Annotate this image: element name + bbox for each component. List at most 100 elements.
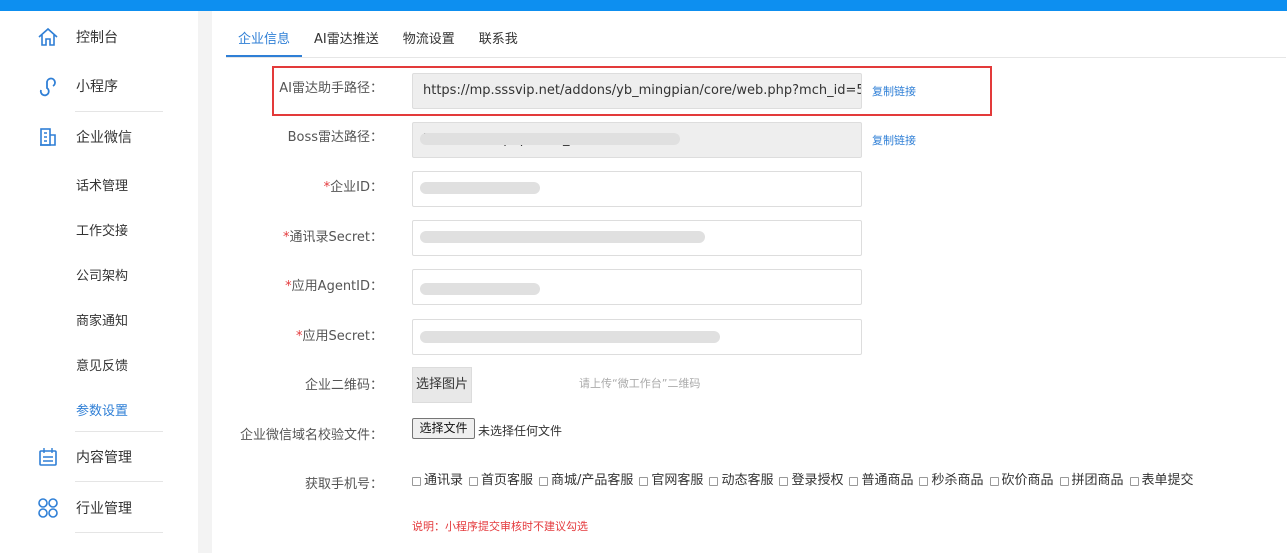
tab-bar: 企业信息 AI雷达推送 物流设置 联系我 bbox=[226, 25, 530, 58]
agent-id-label-text: 应用AgentID： bbox=[291, 279, 383, 294]
tab-underline bbox=[226, 57, 1286, 58]
checkbox-label: 动态客服 bbox=[721, 473, 774, 488]
checkbox-label: 商城/产品客服 bbox=[551, 473, 634, 488]
app-secret-label: *应用Secret： bbox=[296, 325, 383, 344]
sidebar-item-merchant-notice[interactable]: 商家通知 bbox=[0, 309, 198, 329]
checkbox-flash-sale[interactable]: 秒杀商品 bbox=[919, 470, 984, 492]
checkbox-box[interactable] bbox=[1059, 476, 1069, 486]
sidebar-item-wecom[interactable]: 企业微信 bbox=[0, 124, 198, 150]
sidebar-item-label: 意见反馈 bbox=[76, 358, 129, 374]
main-panel: 企业信息 AI雷达推送 物流设置 联系我 AI雷达助手路径： https://m… bbox=[212, 11, 1287, 553]
checkbox-bargain[interactable]: 砍价商品 bbox=[989, 470, 1054, 492]
home-icon bbox=[35, 24, 61, 50]
contacts-secret-label: *通讯录Secret： bbox=[283, 226, 383, 245]
checkbox-box[interactable] bbox=[639, 476, 649, 486]
redacted-mask bbox=[420, 182, 540, 194]
no-file-text: 未选择任何文件 bbox=[478, 424, 563, 438]
checkbox-group-buy[interactable]: 拼团商品 bbox=[1059, 470, 1124, 492]
sidebar-item-label: 内容管理 bbox=[76, 450, 132, 466]
choose-file-button[interactable]: 选择文件 bbox=[412, 418, 475, 439]
copy-boss-radar-link[interactable]: 复制链接 bbox=[872, 132, 916, 148]
corp-id-label-text: 企业ID： bbox=[330, 180, 383, 195]
checkbox-box[interactable] bbox=[919, 476, 929, 486]
ai-radar-label: AI雷达助手路径： bbox=[279, 81, 383, 96]
checkbox-form-submit[interactable]: 表单提交 bbox=[1129, 470, 1194, 492]
sidebar-item-label: 行业管理 bbox=[76, 501, 132, 517]
top-bar bbox=[0, 0, 1287, 11]
divider bbox=[75, 431, 163, 432]
sidebar-item-label: 工作交接 bbox=[76, 223, 129, 239]
checkbox-label: 拼团商品 bbox=[1071, 473, 1124, 488]
checkbox-label: 普通商品 bbox=[861, 473, 914, 488]
checkbox-label: 登录授权 bbox=[791, 473, 844, 488]
checkbox-box[interactable] bbox=[849, 476, 859, 486]
checkbox-website-service[interactable]: 官网客服 bbox=[639, 470, 703, 492]
checkbox-box[interactable] bbox=[989, 476, 999, 486]
sidebar-item-feedback[interactable]: 意见反馈 bbox=[0, 354, 198, 374]
sidebar-item-industry[interactable]: 行业管理 bbox=[0, 495, 198, 521]
checkbox-login-auth[interactable]: 登录授权 bbox=[779, 470, 843, 492]
sidebar-item-label: 企业微信 bbox=[76, 130, 132, 146]
checkbox-home-service[interactable]: 首页客服 bbox=[469, 470, 533, 492]
app-secret-label-text: 应用Secret： bbox=[302, 329, 383, 344]
checkbox-box[interactable] bbox=[539, 476, 549, 486]
sidebar: 控制台 小程序 企业微信 话术管理 工作交接 公司架构 商家通知 意见反馈 参数… bbox=[0, 11, 198, 553]
checkbox-label: 通讯录 bbox=[424, 473, 464, 488]
boss-radar-label: Boss雷达路径： bbox=[287, 130, 383, 145]
qrcode-label: 企业二维码： bbox=[304, 378, 383, 393]
checkbox-label: 官网客服 bbox=[651, 473, 704, 488]
checkbox-label: 砍价商品 bbox=[1001, 473, 1054, 488]
ai-radar-path-field[interactable]: https://mp.sssvip.net/addons/yb_mingpian… bbox=[412, 73, 862, 109]
mini-program-icon bbox=[35, 73, 61, 99]
review-note: 说明：小程序提交审核时不建议勾选 bbox=[412, 520, 588, 533]
calendar-icon bbox=[35, 444, 61, 470]
qrcode-hint: 请上传“微工作台”二维码 bbox=[579, 377, 701, 390]
sidebar-item-scripts[interactable]: 话术管理 bbox=[0, 174, 198, 194]
redacted-mask bbox=[420, 231, 705, 243]
divider bbox=[75, 481, 163, 482]
sidebar-item-org-structure[interactable]: 公司架构 bbox=[0, 264, 198, 284]
checkbox-mall-service[interactable]: 商城/产品客服 bbox=[539, 470, 633, 492]
sidebar-item-mini-program[interactable]: 小程序 bbox=[0, 73, 198, 99]
sidebar-item-handover[interactable]: 工作交接 bbox=[0, 219, 198, 239]
checkbox-box[interactable] bbox=[779, 476, 789, 486]
redacted-mask bbox=[420, 283, 540, 295]
checkbox-label: 首页客服 bbox=[481, 473, 534, 488]
sidebar-item-console[interactable]: 控制台 bbox=[0, 24, 198, 50]
checkbox-box[interactable] bbox=[1129, 476, 1139, 486]
divider bbox=[75, 532, 163, 533]
checkbox-label: 表单提交 bbox=[1141, 473, 1194, 488]
choose-image-button[interactable]: 选择图片 bbox=[412, 367, 472, 403]
agent-id-label: *应用AgentID： bbox=[285, 275, 383, 294]
checkbox-normal-product[interactable]: 普通商品 bbox=[849, 470, 913, 492]
sidebar-item-label: 小程序 bbox=[76, 79, 118, 95]
phone-label: 获取手机号： bbox=[304, 477, 383, 492]
tab-contact-me[interactable]: 联系我 bbox=[467, 25, 530, 58]
tab-company-info[interactable]: 企业信息 bbox=[226, 25, 303, 58]
domain-file-label: 企业微信域名校验文件： bbox=[239, 428, 383, 443]
sidebar-item-label: 控制台 bbox=[76, 30, 118, 46]
copy-ai-radar-link[interactable]: 复制链接 bbox=[872, 83, 916, 99]
sidebar-item-label: 参数设置 bbox=[76, 403, 129, 419]
sidebar-item-label: 话术管理 bbox=[76, 178, 129, 194]
tab-logistics[interactable]: 物流设置 bbox=[391, 25, 467, 58]
sidebar-item-content[interactable]: 内容管理 bbox=[0, 444, 198, 470]
redacted-mask bbox=[420, 133, 680, 145]
checkbox-label: 秒杀商品 bbox=[931, 473, 984, 488]
corp-id-label: *企业ID： bbox=[324, 176, 383, 195]
building-icon bbox=[35, 124, 61, 150]
checkbox-box[interactable] bbox=[469, 476, 479, 486]
tab-ai-radar-push[interactable]: AI雷达推送 bbox=[302, 25, 391, 58]
sidebar-item-label: 公司架构 bbox=[76, 268, 129, 284]
divider bbox=[75, 111, 163, 112]
sidebar-item-params[interactable]: 参数设置 bbox=[0, 399, 198, 419]
phone-options: 通讯录 首页客服 商城/产品客服 官网客服 动态客服 登录授权 普通商品 秒杀商品 砍价商品 拼团… bbox=[412, 470, 1242, 494]
sidebar-item-label: 商家通知 bbox=[76, 313, 129, 329]
contacts-secret-label-text: 通讯录Secret： bbox=[289, 230, 383, 245]
checkbox-feed-service[interactable]: 动态客服 bbox=[709, 470, 773, 492]
checkbox-box[interactable] bbox=[412, 476, 421, 486]
grid-icon bbox=[35, 495, 61, 521]
checkbox-box[interactable] bbox=[709, 476, 719, 486]
checkbox-contacts[interactable]: 通讯录 bbox=[412, 470, 463, 492]
redacted-mask bbox=[420, 331, 720, 343]
